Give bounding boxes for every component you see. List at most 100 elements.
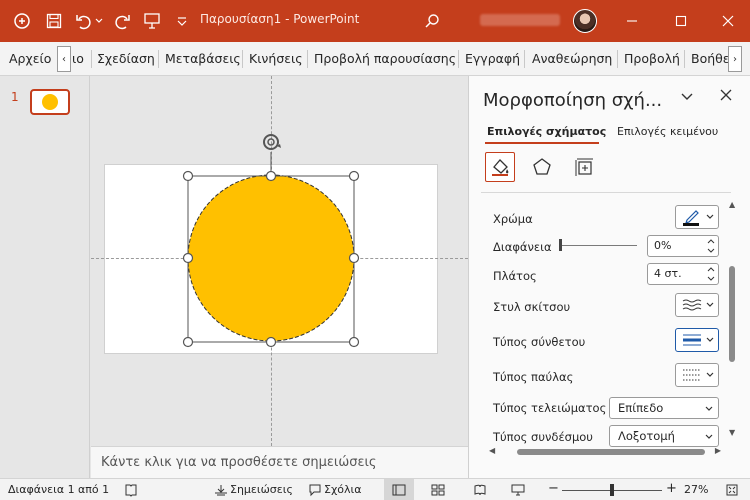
resize-handle[interactable] [265, 336, 277, 348]
tab-design[interactable]: Σχεδίαση [97, 42, 155, 76]
resize-handle[interactable] [348, 170, 360, 182]
chevron-down-icon [705, 406, 713, 411]
ribbon-scroll-left-button[interactable]: ‹ [57, 46, 71, 72]
close-window-button[interactable] [718, 11, 738, 31]
spinner-arrows-icon[interactable] [707, 265, 715, 283]
status-bar: Διαφάνεια 1 από 1 Σημειώσεις Σχόλια − + … [0, 478, 750, 500]
autosave-icon[interactable] [12, 11, 32, 31]
width-value: 4 στ. [654, 267, 682, 280]
tab-insert-partial[interactable]: ιο [72, 42, 84, 76]
scroll-down-icon[interactable]: ▼ [729, 428, 735, 437]
cap-type-select[interactable]: Επίπεδο [609, 397, 719, 419]
minimize-button[interactable] [622, 11, 642, 31]
compound-lines-icon [683, 334, 701, 346]
transparency-slider-track[interactable] [561, 245, 637, 246]
reading-view-icon[interactable] [472, 482, 488, 498]
tab-file[interactable]: Αρχείο [9, 42, 51, 76]
scroll-right-icon[interactable]: ▶ [715, 446, 721, 455]
zoom-in-button[interactable]: + [666, 481, 677, 496]
comments-button[interactable]: Σχόλια [324, 483, 362, 496]
pane-title: Μορφοποίηση σχή... [483, 90, 663, 111]
resize-handle[interactable] [182, 252, 194, 264]
account-name[interactable] [480, 14, 560, 26]
tab-review[interactable]: Αναθεώρηση [532, 42, 612, 76]
tab-animations[interactable]: Κινήσεις [249, 42, 303, 76]
close-icon[interactable] [719, 88, 739, 108]
tab-view[interactable]: Προβολή [624, 42, 680, 76]
dash-type-dropdown[interactable] [675, 363, 719, 387]
tab-slide-show[interactable]: Προβολή παρουσίασης [314, 42, 456, 76]
compound-type-dropdown[interactable] [675, 328, 719, 352]
resize-handle[interactable] [348, 336, 360, 348]
width-spinner[interactable]: 4 στ. [647, 263, 719, 285]
size-properties-icon[interactable] [569, 152, 599, 182]
slide-editing-area[interactable] [91, 76, 468, 446]
join-type-value: Λοξοτομή [618, 429, 675, 443]
avatar[interactable] [573, 9, 597, 33]
tab-transitions[interactable]: Μεταβάσεις [165, 42, 241, 76]
slide-number: 1 [11, 90, 19, 104]
effects-icon[interactable] [527, 152, 557, 182]
pane-horizontal-scrollbar[interactable]: ◀ ▶ [489, 446, 721, 458]
scrollbar-thumb[interactable] [729, 266, 735, 362]
tab-help-partial[interactable]: Βοήθε [691, 42, 730, 76]
slide-show-icon[interactable] [510, 482, 526, 498]
search-icon[interactable] [422, 11, 442, 31]
scrollbar-thumb[interactable] [517, 449, 705, 455]
tab-shape-options[interactable]: Επιλογές σχήματος [487, 125, 606, 138]
comment-icon[interactable] [307, 482, 323, 498]
slide-sorter-icon[interactable] [430, 482, 446, 498]
notes-button[interactable]: Σημειώσεις [230, 483, 293, 496]
tab-text-options[interactable]: Επιλογές κειμένου [617, 125, 718, 138]
fit-to-window-icon[interactable] [724, 482, 740, 498]
fill-line-icon[interactable] [485, 152, 515, 182]
undo-dropdown-icon[interactable] [94, 11, 104, 31]
resize-handle[interactable] [182, 336, 194, 348]
rotate-handle-icon[interactable] [263, 134, 281, 150]
undo-icon[interactable] [74, 11, 94, 31]
circle-shape[interactable] [187, 174, 355, 342]
present-icon[interactable] [142, 11, 162, 31]
notes-icon[interactable] [213, 482, 229, 498]
sketch-style-label: Στυλ σκίτσου [493, 300, 571, 314]
resize-handle[interactable] [182, 170, 194, 182]
notes-area[interactable]: Κάντε κλικ για να προσθέσετε σημειώσεις [91, 446, 468, 478]
zoom-slider-handle[interactable] [610, 484, 614, 496]
chevron-down-icon[interactable] [679, 88, 699, 108]
transparency-spinner[interactable]: 0% [647, 235, 719, 257]
customize-toolbar-icon[interactable] [172, 11, 192, 31]
window-title: Παρουσίαση1 - PowerPoint [200, 12, 360, 26]
transparency-value: 0% [654, 239, 672, 252]
ribbon-scroll-right-button[interactable]: › [728, 46, 742, 72]
slide-counter: Διαφάνεια 1 από 1 [8, 483, 110, 496]
title-bar: Παρουσίαση1 - PowerPoint [0, 0, 750, 42]
redo-icon[interactable] [112, 11, 132, 31]
color-dropdown[interactable] [675, 205, 719, 229]
ribbon-tabs: Αρχείο ‹ ιο Σχεδίαση Μεταβάσεις Κινήσεις… [0, 42, 750, 76]
width-label: Πλάτος [493, 269, 537, 283]
scroll-up-icon[interactable]: ▲ [729, 200, 735, 209]
spelling-check-icon[interactable] [123, 482, 139, 498]
transparency-label: Διαφάνεια [493, 240, 552, 254]
chevron-down-icon [706, 214, 714, 219]
chevron-down-icon [706, 337, 714, 342]
scroll-left-icon[interactable]: ◀ [489, 446, 495, 455]
cap-type-value: Επίπεδο [618, 401, 664, 415]
slide-thumbnail[interactable] [30, 89, 70, 115]
sketch-style-dropdown[interactable] [675, 293, 719, 317]
slide-thumbnail-pane: 1 [0, 76, 90, 478]
spinner-arrows-icon[interactable] [707, 237, 715, 255]
format-shape-pane: Μορφοποίηση σχή... Επιλογές σχήματος Επι… [468, 76, 750, 478]
normal-view-icon [391, 482, 407, 498]
zoom-out-button[interactable]: − [548, 481, 559, 496]
resize-handle[interactable] [265, 170, 277, 182]
tab-record[interactable]: Εγγραφή [465, 42, 520, 76]
resize-handle[interactable] [348, 252, 360, 264]
maximize-button[interactable] [671, 11, 691, 31]
dash-type-label: Τύπος παύλας [493, 370, 574, 384]
zoom-level[interactable]: 27% [684, 483, 708, 496]
join-type-select[interactable]: Λοξοτομή [609, 425, 719, 447]
transparency-slider-handle[interactable] [559, 239, 562, 251]
save-icon[interactable] [44, 11, 64, 31]
pane-vertical-scrollbar[interactable]: ▲ ▼ [727, 200, 737, 440]
